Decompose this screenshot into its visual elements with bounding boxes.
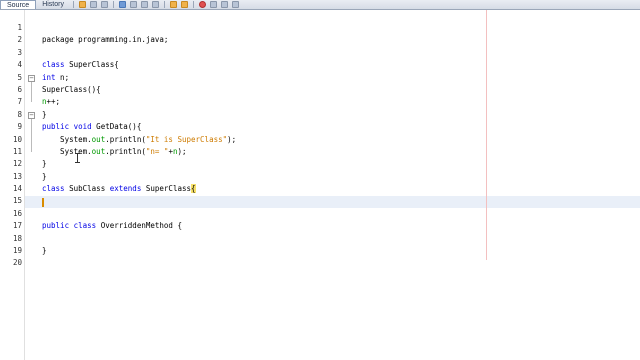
code-text: OverriddenMethod {: [96, 221, 182, 231]
code-line-2[interactable]: package programming.in.java;: [42, 34, 482, 46]
last-edit-icon[interactable]: [78, 1, 86, 8]
toggle-highlight-icon[interactable]: [151, 1, 159, 8]
code-text: System.: [42, 146, 92, 156]
fold-guide: [31, 119, 32, 152]
shift-left-icon[interactable]: [169, 1, 177, 8]
line-number: 2: [17, 35, 22, 45]
line-number: 12: [12, 159, 22, 169]
code-text: SubClass: [64, 184, 110, 194]
code-editor[interactable]: package programming.in.java; class Super…: [42, 22, 482, 270]
shift-right-icon[interactable]: [180, 1, 188, 8]
forward-icon[interactable]: [100, 1, 108, 8]
code-line-1[interactable]: [42, 22, 482, 34]
code-text: );: [227, 134, 237, 144]
field-ref: out: [91, 146, 106, 156]
back-icon[interactable]: [89, 1, 97, 8]
stop-macro-icon[interactable]: [209, 1, 217, 8]
line-number: 18: [12, 233, 22, 243]
line-number: 10: [12, 134, 22, 144]
editor-toolbar: Source History: [0, 0, 640, 10]
line-number: 15: [12, 196, 22, 206]
find-icon[interactable]: [118, 1, 126, 8]
ibeam-cursor-icon: [75, 153, 80, 163]
line-number: 4: [17, 60, 22, 70]
tab-source[interactable]: Source: [0, 0, 37, 9]
line-number: 8: [17, 109, 22, 119]
code-line-17[interactable]: public class OverriddenMethod {: [42, 220, 482, 232]
toolbar-separator: [192, 1, 194, 8]
field-ref: out: [91, 134, 106, 144]
fold-guide: [31, 82, 32, 102]
code-text: .println(: [105, 134, 146, 144]
line-number: 16: [12, 208, 22, 218]
code-line-3[interactable]: [42, 47, 482, 59]
line-number: 1: [17, 23, 22, 32]
code-line-4[interactable]: class SuperClass{: [42, 59, 482, 71]
code-text: ++;: [46, 97, 61, 107]
matching-brace: {: [191, 184, 196, 194]
code-line-16[interactable]: [42, 208, 482, 220]
line-number: 6: [17, 84, 22, 94]
code-line-5[interactable]: int n;: [42, 72, 482, 84]
code-line-12[interactable]: }: [42, 158, 482, 170]
text-caret: [42, 198, 44, 207]
toolbar-separator: [163, 1, 165, 8]
keyword: int: [42, 72, 56, 82]
code-line-11[interactable]: System.out.println("n= "+n);: [42, 146, 482, 158]
code-text: GetData(){: [91, 122, 142, 132]
code-line-14[interactable]: class SubClass extends SuperClass{: [42, 183, 482, 195]
code-line-20[interactable]: [42, 257, 482, 269]
code-line-6[interactable]: SuperClass(){: [42, 84, 482, 96]
line-number: 3: [17, 47, 22, 57]
line-number: 5: [17, 72, 22, 82]
code-line-10[interactable]: System.out.println("It is SuperClass");: [42, 134, 482, 146]
line-number: 9: [17, 122, 22, 132]
string-literal: "n= ": [145, 146, 169, 156]
line-number: 13: [12, 171, 22, 181]
code-text: );: [177, 146, 187, 156]
line-number: 20: [12, 258, 22, 268]
code-text: .println(: [105, 146, 146, 156]
string-literal: "It is SuperClass": [145, 134, 228, 144]
line-number: 7: [17, 97, 22, 107]
toolbar-separator: [112, 1, 114, 8]
keyword: extends: [109, 184, 142, 194]
fold-collapse-icon[interactable]: −: [28, 112, 35, 119]
next-occurrence-icon[interactable]: [140, 1, 148, 8]
prev-occurrence-icon[interactable]: [129, 1, 137, 8]
code-line-13[interactable]: }: [42, 171, 482, 183]
line-number: 11: [12, 146, 22, 156]
uncomment-icon[interactable]: [231, 1, 239, 8]
keyword: public void: [42, 122, 92, 132]
code-line-18[interactable]: [42, 233, 482, 245]
code-line-19[interactable]: }: [42, 245, 482, 257]
start-macro-icon[interactable]: [198, 1, 206, 8]
code-line-7[interactable]: n++;: [42, 96, 482, 108]
code-text: SuperClass: [141, 184, 192, 194]
tab-history[interactable]: History: [36, 0, 70, 9]
code-text: System.: [42, 134, 92, 144]
line-number: 19: [12, 246, 22, 256]
keyword: class: [42, 60, 65, 70]
line-number: 14: [12, 184, 22, 194]
line-number: 17: [12, 221, 22, 231]
code-text: SuperClass{: [64, 60, 119, 70]
line-numbers: 1 2 3 4 5 6 7 8 9 10 11 12 13 14 15 16 1…: [0, 22, 22, 270]
toolbar-separator: [72, 1, 74, 8]
code-line-8[interactable]: }: [42, 109, 482, 121]
code-line-9[interactable]: public void GetData(){: [42, 121, 482, 133]
code-line-15[interactable]: [42, 195, 482, 207]
fold-collapse-icon[interactable]: −: [28, 75, 35, 82]
keyword: class: [42, 184, 65, 194]
comment-icon[interactable]: [220, 1, 228, 8]
right-margin-guide: [486, 10, 487, 260]
code-text: n;: [55, 72, 70, 82]
keyword: public class: [42, 221, 97, 231]
